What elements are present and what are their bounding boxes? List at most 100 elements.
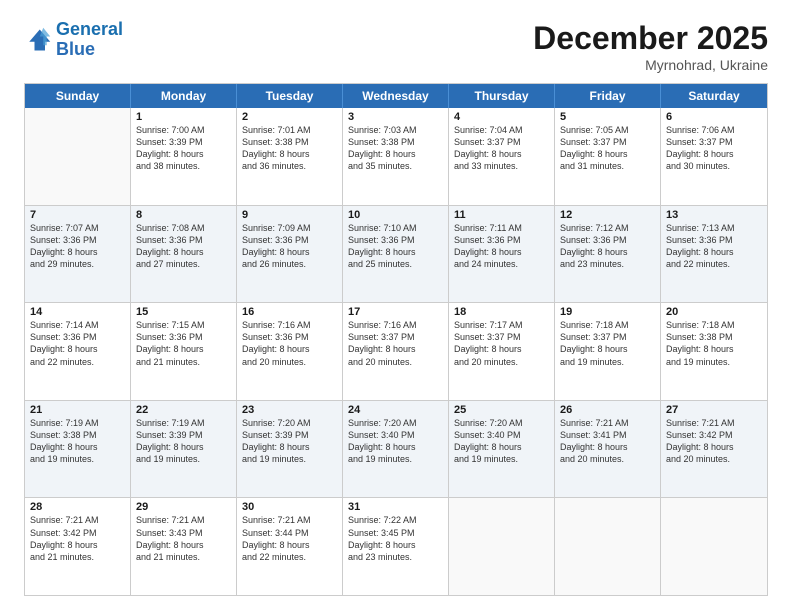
day-info: Sunrise: 7:21 AM Sunset: 3:41 PM Dayligh… — [560, 417, 655, 466]
day-info: Sunrise: 7:10 AM Sunset: 3:36 PM Dayligh… — [348, 222, 443, 271]
day-number: 4 — [454, 111, 549, 123]
day-cell-30: 30Sunrise: 7:21 AM Sunset: 3:44 PM Dayli… — [237, 498, 343, 595]
day-info: Sunrise: 7:00 AM Sunset: 3:39 PM Dayligh… — [136, 124, 231, 173]
day-info: Sunrise: 7:05 AM Sunset: 3:37 PM Dayligh… — [560, 124, 655, 173]
day-cell-19: 19Sunrise: 7:18 AM Sunset: 3:37 PM Dayli… — [555, 303, 661, 400]
logo-icon — [24, 26, 52, 54]
day-info: Sunrise: 7:07 AM Sunset: 3:36 PM Dayligh… — [30, 222, 125, 271]
day-info: Sunrise: 7:19 AM Sunset: 3:39 PM Dayligh… — [136, 417, 231, 466]
day-info: Sunrise: 7:19 AM Sunset: 3:38 PM Dayligh… — [30, 417, 125, 466]
day-info: Sunrise: 7:21 AM Sunset: 3:43 PM Dayligh… — [136, 514, 231, 563]
day-number: 12 — [560, 209, 655, 221]
day-cell-3: 3Sunrise: 7:03 AM Sunset: 3:38 PM Daylig… — [343, 108, 449, 205]
empty-cell-4-6 — [661, 498, 767, 595]
day-info: Sunrise: 7:21 AM Sunset: 3:42 PM Dayligh… — [30, 514, 125, 563]
day-number: 17 — [348, 306, 443, 318]
day-number: 5 — [560, 111, 655, 123]
logo-line1: General — [56, 19, 123, 39]
day-info: Sunrise: 7:20 AM Sunset: 3:39 PM Dayligh… — [242, 417, 337, 466]
header-day-saturday: Saturday — [661, 84, 767, 108]
day-info: Sunrise: 7:15 AM Sunset: 3:36 PM Dayligh… — [136, 319, 231, 368]
calendar-body: 1Sunrise: 7:00 AM Sunset: 3:39 PM Daylig… — [25, 108, 767, 595]
day-number: 14 — [30, 306, 125, 318]
empty-cell-4-4 — [449, 498, 555, 595]
day-info: Sunrise: 7:16 AM Sunset: 3:37 PM Dayligh… — [348, 319, 443, 368]
header-day-monday: Monday — [131, 84, 237, 108]
day-cell-18: 18Sunrise: 7:17 AM Sunset: 3:37 PM Dayli… — [449, 303, 555, 400]
day-cell-2: 2Sunrise: 7:01 AM Sunset: 3:38 PM Daylig… — [237, 108, 343, 205]
day-info: Sunrise: 7:20 AM Sunset: 3:40 PM Dayligh… — [454, 417, 549, 466]
day-cell-7: 7Sunrise: 7:07 AM Sunset: 3:36 PM Daylig… — [25, 206, 131, 303]
day-info: Sunrise: 7:20 AM Sunset: 3:40 PM Dayligh… — [348, 417, 443, 466]
day-cell-21: 21Sunrise: 7:19 AM Sunset: 3:38 PM Dayli… — [25, 401, 131, 498]
day-info: Sunrise: 7:13 AM Sunset: 3:36 PM Dayligh… — [666, 222, 762, 271]
day-cell-11: 11Sunrise: 7:11 AM Sunset: 3:36 PM Dayli… — [449, 206, 555, 303]
day-cell-1: 1Sunrise: 7:00 AM Sunset: 3:39 PM Daylig… — [131, 108, 237, 205]
day-cell-14: 14Sunrise: 7:14 AM Sunset: 3:36 PM Dayli… — [25, 303, 131, 400]
day-number: 11 — [454, 209, 549, 221]
day-number: 6 — [666, 111, 762, 123]
day-number: 23 — [242, 404, 337, 416]
day-number: 29 — [136, 501, 231, 513]
logo: General Blue — [24, 20, 123, 60]
day-number: 13 — [666, 209, 762, 221]
day-info: Sunrise: 7:01 AM Sunset: 3:38 PM Dayligh… — [242, 124, 337, 173]
day-cell-24: 24Sunrise: 7:20 AM Sunset: 3:40 PM Dayli… — [343, 401, 449, 498]
header-day-tuesday: Tuesday — [237, 84, 343, 108]
day-number: 24 — [348, 404, 443, 416]
day-number: 21 — [30, 404, 125, 416]
day-cell-17: 17Sunrise: 7:16 AM Sunset: 3:37 PM Dayli… — [343, 303, 449, 400]
calendar: SundayMondayTuesdayWednesdayThursdayFrid… — [24, 83, 768, 596]
day-number: 25 — [454, 404, 549, 416]
day-info: Sunrise: 7:17 AM Sunset: 3:37 PM Dayligh… — [454, 319, 549, 368]
header-day-sunday: Sunday — [25, 84, 131, 108]
day-cell-25: 25Sunrise: 7:20 AM Sunset: 3:40 PM Dayli… — [449, 401, 555, 498]
day-info: Sunrise: 7:08 AM Sunset: 3:36 PM Dayligh… — [136, 222, 231, 271]
calendar-row-0: 1Sunrise: 7:00 AM Sunset: 3:39 PM Daylig… — [25, 108, 767, 205]
day-cell-12: 12Sunrise: 7:12 AM Sunset: 3:36 PM Dayli… — [555, 206, 661, 303]
day-cell-6: 6Sunrise: 7:06 AM Sunset: 3:37 PM Daylig… — [661, 108, 767, 205]
day-info: Sunrise: 7:03 AM Sunset: 3:38 PM Dayligh… — [348, 124, 443, 173]
page: General Blue December 2025 Myrnohrad, Uk… — [0, 0, 792, 612]
day-info: Sunrise: 7:18 AM Sunset: 3:38 PM Dayligh… — [666, 319, 762, 368]
day-cell-8: 8Sunrise: 7:08 AM Sunset: 3:36 PM Daylig… — [131, 206, 237, 303]
day-number: 1 — [136, 111, 231, 123]
day-number: 7 — [30, 209, 125, 221]
day-cell-23: 23Sunrise: 7:20 AM Sunset: 3:39 PM Dayli… — [237, 401, 343, 498]
header: General Blue December 2025 Myrnohrad, Uk… — [24, 20, 768, 73]
title-block: December 2025 Myrnohrad, Ukraine — [533, 20, 768, 73]
day-info: Sunrise: 7:18 AM Sunset: 3:37 PM Dayligh… — [560, 319, 655, 368]
day-cell-31: 31Sunrise: 7:22 AM Sunset: 3:45 PM Dayli… — [343, 498, 449, 595]
day-info: Sunrise: 7:06 AM Sunset: 3:37 PM Dayligh… — [666, 124, 762, 173]
day-info: Sunrise: 7:22 AM Sunset: 3:45 PM Dayligh… — [348, 514, 443, 563]
calendar-row-3: 21Sunrise: 7:19 AM Sunset: 3:38 PM Dayli… — [25, 400, 767, 498]
day-number: 3 — [348, 111, 443, 123]
day-number: 2 — [242, 111, 337, 123]
day-number: 16 — [242, 306, 337, 318]
day-cell-13: 13Sunrise: 7:13 AM Sunset: 3:36 PM Dayli… — [661, 206, 767, 303]
header-day-friday: Friday — [555, 84, 661, 108]
day-cell-5: 5Sunrise: 7:05 AM Sunset: 3:37 PM Daylig… — [555, 108, 661, 205]
day-info: Sunrise: 7:14 AM Sunset: 3:36 PM Dayligh… — [30, 319, 125, 368]
day-cell-26: 26Sunrise: 7:21 AM Sunset: 3:41 PM Dayli… — [555, 401, 661, 498]
day-info: Sunrise: 7:21 AM Sunset: 3:44 PM Dayligh… — [242, 514, 337, 563]
day-number: 10 — [348, 209, 443, 221]
header-day-wednesday: Wednesday — [343, 84, 449, 108]
day-number: 9 — [242, 209, 337, 221]
day-number: 31 — [348, 501, 443, 513]
logo-text: General Blue — [56, 20, 123, 60]
day-info: Sunrise: 7:04 AM Sunset: 3:37 PM Dayligh… — [454, 124, 549, 173]
day-number: 20 — [666, 306, 762, 318]
empty-cell-0-0 — [25, 108, 131, 205]
day-number: 15 — [136, 306, 231, 318]
day-number: 26 — [560, 404, 655, 416]
day-number: 19 — [560, 306, 655, 318]
day-number: 8 — [136, 209, 231, 221]
logo-line2: Blue — [56, 39, 95, 59]
day-cell-16: 16Sunrise: 7:16 AM Sunset: 3:36 PM Dayli… — [237, 303, 343, 400]
day-cell-22: 22Sunrise: 7:19 AM Sunset: 3:39 PM Dayli… — [131, 401, 237, 498]
calendar-row-2: 14Sunrise: 7:14 AM Sunset: 3:36 PM Dayli… — [25, 302, 767, 400]
day-cell-27: 27Sunrise: 7:21 AM Sunset: 3:42 PM Dayli… — [661, 401, 767, 498]
day-cell-10: 10Sunrise: 7:10 AM Sunset: 3:36 PM Dayli… — [343, 206, 449, 303]
empty-cell-4-5 — [555, 498, 661, 595]
